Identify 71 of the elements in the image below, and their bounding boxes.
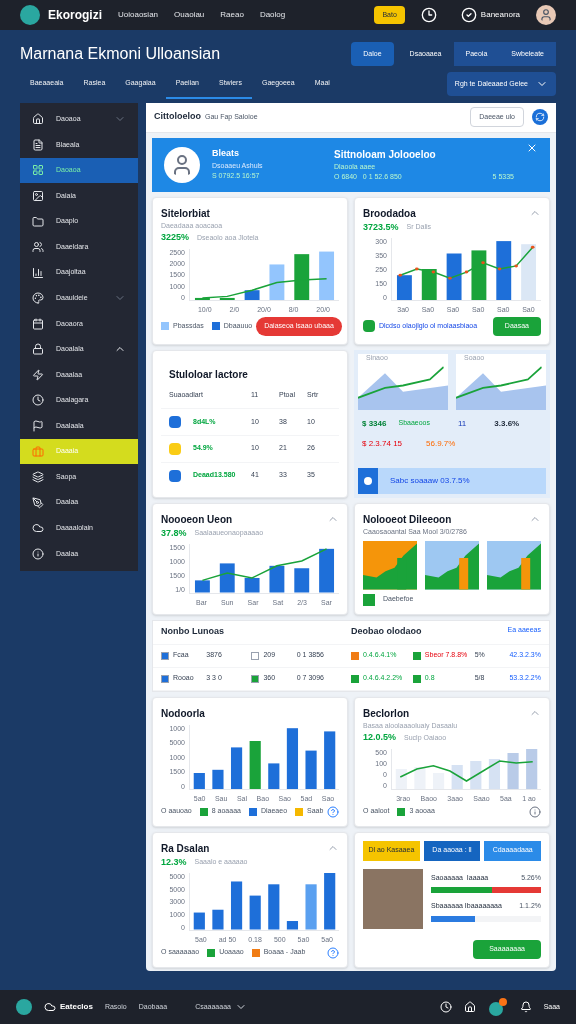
card-title: Ra Dsalan (161, 841, 210, 856)
status-icon (363, 320, 375, 333)
menu-item-icon (32, 113, 44, 126)
bell-icon[interactable] (519, 1001, 532, 1013)
table-title: Deobao olodaoo (351, 625, 422, 639)
card-title: Nolooeot Dileeoon (363, 512, 452, 527)
banner-title: Sittnoloam Jolooeloo (334, 147, 437, 162)
menu-item-icon (32, 368, 44, 381)
clock-icon[interactable] (439, 1001, 452, 1013)
stat-value: $ 3346 (362, 417, 387, 430)
home-icon[interactable] (463, 1001, 476, 1013)
help-icon[interactable] (327, 946, 339, 959)
stat-value: 56.9.7% (426, 437, 456, 450)
menu-item-icon (32, 420, 44, 433)
card-title: Beclorlon (363, 706, 410, 721)
clock-icon[interactable] (420, 7, 437, 23)
menu-item-icon (32, 215, 44, 228)
mini-chart-drawing (363, 541, 417, 590)
mini-chart-drawing (487, 541, 541, 590)
logo-icon[interactable] (20, 5, 40, 25)
nav-link[interactable]: Raeao (220, 9, 244, 21)
percentage: 37.8% (161, 526, 187, 540)
menu-item-icon (32, 189, 44, 202)
banner-name: Bleats (212, 147, 240, 161)
percentage: 3225% (161, 231, 190, 244)
help-icon[interactable] (327, 805, 339, 818)
percentage: 3723.5% (363, 220, 399, 234)
stat-value: $ 2.3.74 15 (362, 437, 403, 450)
menu-item-icon (32, 164, 44, 177)
page-title: Marnana Ekmoni Ulloansian (20, 44, 221, 64)
menu-item-icon (32, 343, 44, 356)
info-icon[interactable] (529, 805, 541, 818)
nav-link[interactable]: Daolog (259, 9, 286, 21)
card-title: Nodoorla (161, 706, 205, 721)
menu-item-icon (32, 394, 44, 407)
menu-item-icon (32, 445, 44, 458)
check-icon[interactable] (460, 7, 477, 23)
logo-icon[interactable] (16, 999, 32, 1015)
percentage: 12.0.5% (363, 731, 397, 744)
menu-item-icon (32, 241, 44, 254)
card-title: Stuloloar lactore (168, 367, 249, 382)
stat-value: 3.3.6% (494, 417, 520, 430)
footer-brand: Eateclos (60, 1001, 93, 1013)
strip-text: Sabc soaaaw 03.7.5% (390, 474, 470, 487)
nav-link[interactable]: Uoioaosian (118, 9, 159, 21)
mini-chart-drawing (425, 541, 479, 590)
menu-item-icon (32, 547, 44, 560)
card-title: Noooeon Ueon (161, 512, 233, 527)
notification-icon[interactable] (487, 997, 508, 1017)
refresh-icon[interactable] (532, 109, 548, 125)
menu-item-icon (32, 292, 44, 305)
card-title: Sitelorbiat (161, 206, 210, 221)
cloud-icon (44, 1001, 56, 1013)
table-title: Nonbo Lunoas (161, 625, 225, 639)
menu-item-icon (32, 496, 44, 509)
nav-link[interactable]: Ouaoiau (174, 9, 205, 21)
menu-item-icon (32, 522, 44, 535)
legend-swatch (363, 593, 375, 606)
avatar-icon (164, 146, 200, 183)
stat-value: 11 (458, 417, 467, 430)
card-title: Broodadoa (363, 206, 416, 221)
menu-item-icon (32, 138, 44, 151)
menu-item-icon (32, 317, 44, 330)
menu-item-icon (32, 471, 44, 484)
menu-item-icon (32, 266, 44, 279)
panel-title: Cittoloeloo (154, 110, 201, 124)
photo-placeholder (363, 868, 423, 929)
user-name: Baneanora (480, 9, 520, 21)
percentage: 12.3% (161, 855, 187, 869)
avatar-icon[interactable] (536, 5, 556, 25)
brand-name: Ekorogizi (48, 7, 102, 24)
